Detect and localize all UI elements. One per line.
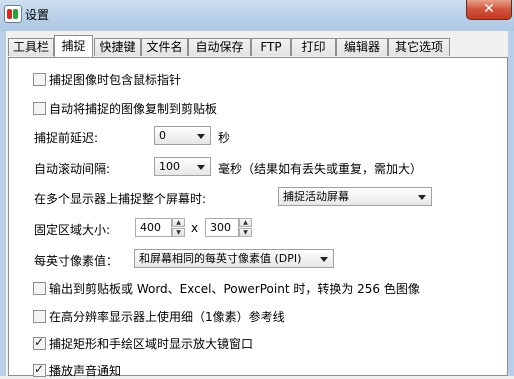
tab-editor[interactable]: 编辑器	[336, 38, 388, 56]
include-cursor-label: 捕捉图像时包含鼠标指针	[49, 73, 182, 87]
app-logo-icon	[4, 5, 22, 23]
multi-monitor-value: 捕捉活动屏幕	[283, 190, 349, 203]
thin-lines-label: 在高分辨率显示器上使用细（1像素）参考线	[49, 310, 285, 324]
magnifier-checkbox[interactable]	[33, 335, 46, 350]
chevron-down-icon	[197, 134, 205, 139]
include-cursor-checkbox[interactable]	[33, 73, 46, 86]
convert-256-label: 输出到剪贴板或 Word、Excel、PowerPoint 时，转换为 256 …	[49, 282, 420, 296]
scroll-interval-value: 100	[159, 160, 180, 173]
tab-toolbar[interactable]: 工具栏	[8, 38, 54, 56]
chevron-down-icon	[320, 257, 328, 262]
fixed-width-spinner[interactable]: ▲ ▼	[172, 218, 185, 237]
tab-hotkeys[interactable]: 快捷键	[94, 38, 141, 56]
copy-to-clipboard-checkbox[interactable]	[33, 102, 46, 115]
fixed-height-input[interactable]: 300	[205, 218, 239, 237]
size-separator: x	[191, 221, 199, 235]
spin-down-icon[interactable]: ▼	[239, 228, 252, 237]
delay-select[interactable]: 0	[154, 126, 211, 145]
dpi-label: 每英寸像素值：	[34, 254, 119, 268]
delay-unit: 秒	[218, 131, 231, 145]
scroll-interval-unit: 毫秒（结果如有丢失或重复，需加大）	[218, 162, 423, 176]
tab-capture[interactable]: 捕捉	[54, 35, 93, 57]
scroll-interval-select[interactable]: 100	[154, 157, 211, 176]
chevron-down-icon	[418, 195, 426, 200]
spin-down-icon[interactable]: ▼	[172, 228, 185, 237]
sound-label: 播放声音通知	[49, 364, 122, 378]
copy-to-clipboard-label: 自动将捕捉的图像复制到剪贴板	[49, 102, 218, 116]
chevron-down-icon	[197, 165, 205, 170]
spin-up-icon[interactable]: ▲	[239, 218, 252, 227]
close-button[interactable]: ✕	[466, 0, 512, 20]
sound-checkbox[interactable]	[33, 362, 46, 377]
tab-other-options[interactable]: 其它选项	[388, 38, 450, 56]
fixed-width-input[interactable]: 400	[135, 218, 172, 237]
tab-autosave[interactable]: 自动保存	[188, 38, 251, 56]
fixed-height-spinner[interactable]: ▲ ▼	[239, 218, 252, 237]
tab-print[interactable]: 打印	[291, 38, 336, 56]
title-bar: 设置 ✕	[0, 0, 514, 31]
tab-filename[interactable]: 文件名	[141, 38, 188, 56]
fixed-size-label: 固定区域大小:	[34, 223, 111, 237]
thin-lines-checkbox[interactable]	[33, 310, 46, 323]
delay-label: 捕捉前延迟:	[34, 131, 99, 145]
tab-ftp[interactable]: FTP	[251, 38, 291, 56]
multi-monitor-select[interactable]: 捕捉活动屏幕	[278, 187, 432, 206]
dpi-select[interactable]: 和屏幕相同的每英寸像素值 (DPI)	[134, 249, 334, 268]
dpi-value: 和屏幕相同的每英寸像素值 (DPI)	[139, 252, 302, 265]
window-title: 设置	[25, 8, 50, 22]
delay-value: 0	[159, 129, 166, 142]
multi-monitor-label: 在多个显示器上捕捉整个屏幕时:	[34, 192, 207, 206]
convert-256-checkbox[interactable]	[33, 282, 46, 295]
magnifier-label: 捕捉矩形和手绘区域时显示放大镜窗口	[49, 337, 254, 351]
scroll-interval-label: 自动滚动间隔:	[34, 162, 111, 176]
spin-up-icon[interactable]: ▲	[172, 218, 185, 227]
window-frame-right	[508, 31, 514, 376]
